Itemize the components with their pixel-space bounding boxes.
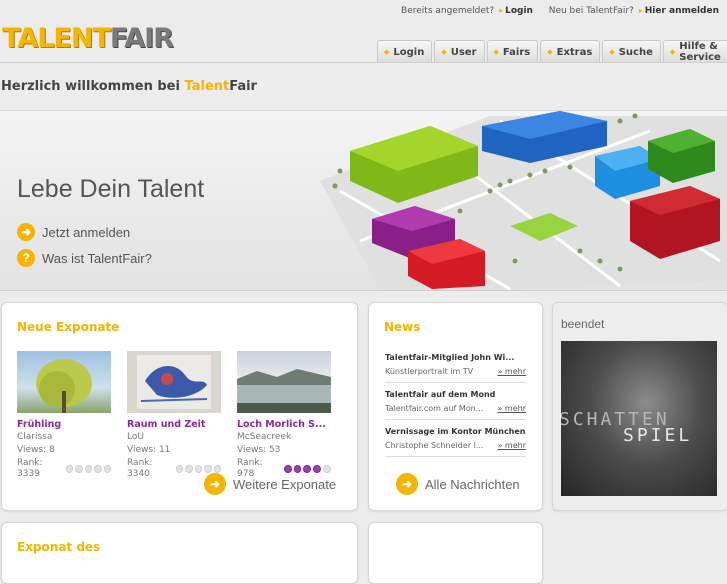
exponat-image[interactable] <box>17 351 111 413</box>
more-exponate-link[interactable]: ➜ Weitere Exponate <box>204 473 336 495</box>
arrow-icon: ▸ <box>638 6 643 15</box>
exponat-image[interactable] <box>127 351 221 413</box>
arrow-right-icon: ➜ <box>17 223 35 241</box>
what-is-link[interactable]: ? Was ist TalentFair? <box>17 249 152 267</box>
top-links: Bereits angemeldet? ▸ Login Neu bei Talen… <box>401 6 719 16</box>
all-news-link[interactable]: ➜ Alle Nachrichten <box>396 473 520 495</box>
rating-dot <box>175 465 184 473</box>
fair-map-illustration[interactable] <box>320 111 727 290</box>
news-title: News <box>384 320 421 334</box>
exponat-item[interactable]: Raum und Zeit LoU Views: 11 Rank: 3340 <box>127 351 222 480</box>
fair-status: beendet <box>561 317 605 331</box>
register-link[interactable]: Hier anmelden <box>645 6 719 16</box>
bottom-panel-title: Exponat des <box>17 540 101 554</box>
tab-user[interactable]: ◆ User <box>434 40 485 63</box>
arrow-icon: ▸ <box>499 6 504 15</box>
bullet-icon: ◆ <box>493 48 499 56</box>
new-text: Neu bei TalentFair? <box>548 6 634 16</box>
banner-headline: Lebe Dein Talent <box>17 175 205 203</box>
rating-dot <box>185 465 193 473</box>
rating-dot <box>293 465 302 473</box>
talentfair-logo[interactable]: TALENTFAIR <box>2 24 174 54</box>
main-nav: ◆ Login ◆ User ◆ Fairs ◆ Extras ◆ Suche ◆ Hilf… <box>377 40 727 63</box>
page-title: Herzlich willkommen bei TalentFair <box>1 79 257 94</box>
exponate-panel: Neue Exponate Frühling Clarissa Views: 8… <box>1 302 358 511</box>
fair-image[interactable]: SCHATTEN SPIEL <box>561 341 717 496</box>
rating-dot <box>103 465 112 473</box>
more-link[interactable]: » mehr <box>497 367 526 376</box>
bullet-icon: ◆ <box>669 48 676 56</box>
more-link[interactable]: » mehr <box>497 404 526 413</box>
arrow-right-icon: ➜ <box>396 473 418 495</box>
rating-dot <box>94 465 102 473</box>
rating-dot <box>283 465 292 473</box>
rating-dot <box>65 465 74 473</box>
rating-dot <box>194 465 203 473</box>
rating-dot <box>323 465 331 473</box>
tab-extras[interactable]: ◆ Extras <box>540 40 601 63</box>
exponat-item[interactable]: Frühling Clarissa Views: 8 Rank: 3339 <box>17 351 112 480</box>
login-link[interactable]: Login <box>505 6 533 16</box>
exponate-title: Neue Exponate <box>17 320 120 334</box>
news-item[interactable]: Talentfair auf dem Mond Talentfair.com a… <box>385 390 526 420</box>
bullet-icon: ◆ <box>547 48 553 56</box>
tab-hilfe-service[interactable]: ◆ Hilfe & Service <box>662 40 727 63</box>
rating-dot <box>204 465 212 473</box>
fair-panel: beendet SCHATTEN SPIEL <box>552 302 727 511</box>
bullet-icon: ◆ <box>609 48 615 56</box>
exponat-des-panel: Exponat des <box>1 522 358 584</box>
bullet-icon: ◆ <box>441 48 447 56</box>
rating-dot <box>313 465 322 473</box>
tab-login[interactable]: ◆ Login <box>377 40 433 63</box>
nav-divider <box>0 62 727 63</box>
rating-dot <box>303 465 312 473</box>
hero-banner: Lebe Dein Talent ➜ Jetzt anmelden ? Was … <box>0 110 727 291</box>
bottom-panel-right <box>368 522 543 584</box>
arrow-right-icon: ➜ <box>204 473 226 495</box>
rating-dot <box>213 465 222 473</box>
bullet-icon: ◆ <box>384 48 390 56</box>
tab-suche[interactable]: ◆ Suche <box>602 40 661 63</box>
exponat-item[interactable]: Loch Morlich S... McSeacreek Views: 53 R… <box>237 351 331 480</box>
exponat-image[interactable] <box>237 351 331 413</box>
rating-dot <box>84 465 93 473</box>
news-item[interactable]: Talentfair-Mitglied John Wi... Künstlerp… <box>385 353 526 383</box>
tab-fairs[interactable]: ◆ Fairs <box>486 40 539 63</box>
already-text: Bereits angemeldet? <box>401 6 495 16</box>
more-link[interactable]: » mehr <box>497 441 526 450</box>
news-item[interactable]: Vernissage im Kontor München Christophe … <box>385 427 526 457</box>
question-icon: ? <box>17 249 35 267</box>
register-now-link[interactable]: ➜ Jetzt anmelden <box>17 223 130 241</box>
rating-dot <box>75 465 83 473</box>
news-panel: News Talentfair-Mitglied John Wi... Küns… <box>368 302 543 511</box>
